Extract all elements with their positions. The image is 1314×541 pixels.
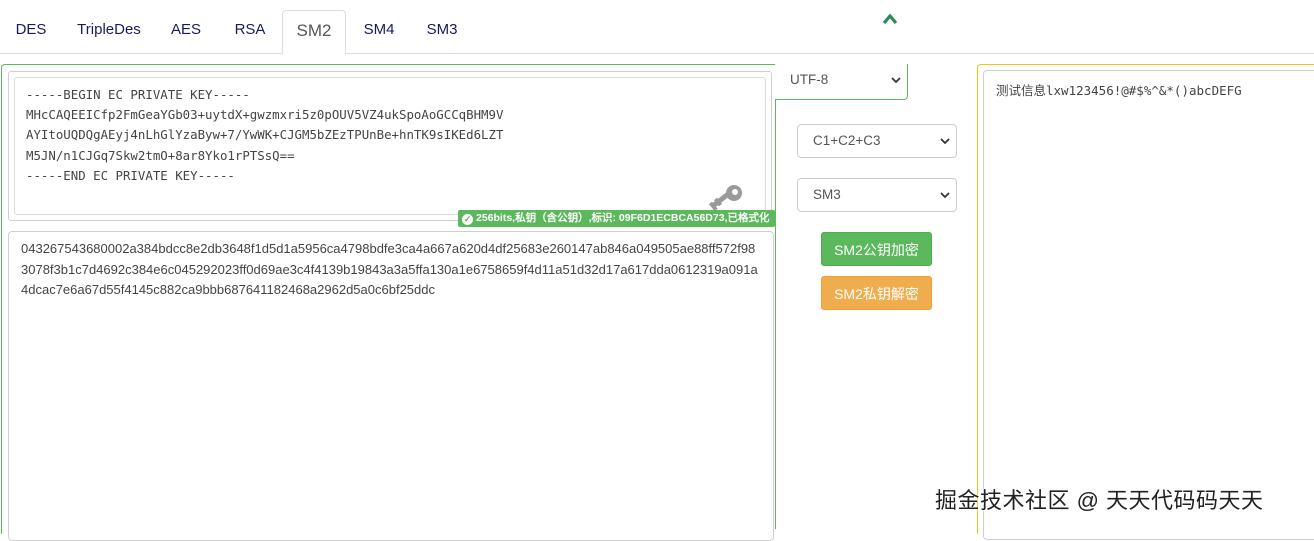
key-cipher-panel: -----BEGIN EC PRIVATE KEY----- MHcCAQEEI… [1,64,776,541]
sm2-encrypt-button[interactable]: SM2公钥加密 [821,232,932,266]
tab-aes[interactable]: AES [160,10,212,54]
chevron-down-icon [940,138,950,145]
tab-rsa[interactable]: RSA [224,10,276,54]
check-circle-icon: ✓ [462,214,473,225]
private-key-box: -----BEGIN EC PRIVATE KEY----- MHcCAQEEI… [8,71,776,227]
plaintext-panel: 测试信息lxw123456!@#$%^&*()abcDEFG [977,64,1314,540]
middle-divider [775,99,777,529]
ciphertext-text: 043267543680002a384bdcc8e2db3648f1d5d1a5… [21,241,758,297]
plaintext-text: 测试信息lxw123456!@#$%^&*()abcDEFG [996,83,1242,98]
key-info-text: 256bits,私钥（含公钥）,标识: 09F6D1ECBCA56D73,已格式… [476,212,770,224]
chevron-down-icon [940,192,950,199]
hash-select[interactable]: SM3 [797,178,957,212]
sm2-decrypt-button[interactable]: SM2私钥解密 [821,276,932,310]
tab-des[interactable]: DES [5,10,57,54]
charset-box: UTF-8 [775,64,908,100]
private-key-textarea[interactable]: -----BEGIN EC PRIVATE KEY----- MHcCAQEEI… [14,77,766,215]
charset-select[interactable]: UTF-8 [775,64,907,98]
tab-tripledes[interactable]: TripleDes [70,10,148,54]
ciphertext-textarea[interactable]: 043267543680002a384bdcc8e2db3648f1d5d1a5… [8,231,774,541]
private-key-text: -----BEGIN EC PRIVATE KEY----- MHcCAQEEI… [26,87,504,183]
charset-value: UTF-8 [790,72,829,87]
watermark: 掘金技术社区 @ 天天代码码天天 [935,488,1264,513]
hash-value: SM3 [813,187,841,202]
chevron-down-icon [891,77,901,84]
tab-sm3[interactable]: SM3 [416,10,468,54]
key-info-badge: ✓ 256bits,私钥（含公钥）,标识: 09F6D1ECBCA56D73,已格… [458,210,776,227]
cipher-mode-value: C1+C2+C3 [813,133,881,148]
tab-sm2[interactable]: SM2 [282,10,346,55]
plaintext-textarea[interactable]: 测试信息lxw123456!@#$%^&*()abcDEFG [983,70,1314,540]
algorithm-tab-bar: DES TripleDes AES RSA SM2 SM4 SM3 [0,0,1314,55]
chevron-up-icon[interactable] [881,12,899,26]
tab-sm4[interactable]: SM4 [353,10,405,54]
cipher-mode-select[interactable]: C1+C2+C3 [797,124,957,158]
